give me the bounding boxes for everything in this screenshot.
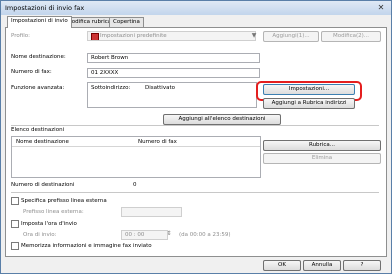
subaddress-label: Sottoindirizzo: xyxy=(91,85,131,91)
fax-number-label: Numero di fax: xyxy=(11,69,52,75)
tab-send-settings[interactable]: Impostazioni di invio xyxy=(7,16,72,28)
ok-button[interactable]: OK xyxy=(263,260,301,271)
subaddress-value: Disattivato xyxy=(145,85,175,91)
title-bar: Impostazioni di invio fax ✕ xyxy=(1,1,391,15)
destination-list-table[interactable]: Nome destinazione Numero di fax xyxy=(11,136,261,178)
external-prefix-checkbox[interactable] xyxy=(11,197,19,205)
addressbook-button[interactable]: Rubrica... xyxy=(263,140,381,151)
profile-value: Impostazioni predefinite xyxy=(100,33,167,39)
separator xyxy=(11,125,379,126)
help-button[interactable]: ? xyxy=(343,260,381,271)
add-to-destination-list-button[interactable]: Aggiungi all'elenco destinazioni xyxy=(163,114,281,125)
fax-number-input[interactable]: 01 2XXXX xyxy=(87,68,260,78)
add-to-addressbook-button[interactable]: Aggiungi a Rubrica indirizzi xyxy=(263,98,355,109)
fax-settings-dialog: Impostazioni di invio fax ✕ Impostazioni… xyxy=(0,0,392,274)
chevron-down-icon: ▼ xyxy=(251,32,257,39)
advanced-function-label: Funzione avanzata: xyxy=(11,85,65,91)
send-time-field-label: Ora di invio: xyxy=(23,232,57,238)
external-prefix-field-label: Prefisso linea esterna: xyxy=(23,209,84,215)
settings-button[interactable]: Impostazioni... xyxy=(263,84,355,95)
cancel-button[interactable]: Annulla xyxy=(303,260,341,271)
column-fax-number[interactable]: Numero di fax xyxy=(138,139,177,145)
separator xyxy=(11,192,379,193)
send-time-checkbox[interactable] xyxy=(11,220,19,228)
destination-name-label: Nome destinazione: xyxy=(11,54,66,60)
profile-icon xyxy=(91,33,99,40)
profile-label: Profilo: xyxy=(11,33,30,39)
send-time-input: 00 : 00 xyxy=(121,230,168,240)
destination-count-value: 0 xyxy=(133,182,137,188)
delete-button: Elimina xyxy=(263,153,381,164)
external-prefix-label: Specifica prefisso linea esterna xyxy=(21,198,107,204)
close-icon[interactable]: ✕ xyxy=(376,3,386,12)
tab-cover-page[interactable]: Copertina xyxy=(109,17,144,27)
profile-combo: Impostazioni predefinite xyxy=(87,31,256,41)
destination-count-label: Numero di destinazioni xyxy=(11,182,75,188)
edit-profile-button: Modifica(2)... xyxy=(321,31,381,42)
spinner-icon: ⇕ xyxy=(166,230,172,237)
send-time-range: (da 00:00 a 23:59) xyxy=(179,232,231,238)
destination-name-input[interactable]: Robert Brown xyxy=(87,53,260,63)
window-title: Impostazioni di invio fax xyxy=(5,4,85,12)
destination-list-label: Elenco destinazioni xyxy=(11,127,65,133)
save-info-label: Memorizza informazioni e immagine fax in… xyxy=(21,243,152,249)
send-time-label: Imposta l'ora d'invio xyxy=(21,221,77,227)
add-profile-button: Aggiungi(1)... xyxy=(263,31,319,42)
external-prefix-input xyxy=(121,207,182,217)
column-destination-name[interactable]: Nome destinazione xyxy=(16,139,69,145)
save-info-checkbox[interactable] xyxy=(11,242,19,250)
